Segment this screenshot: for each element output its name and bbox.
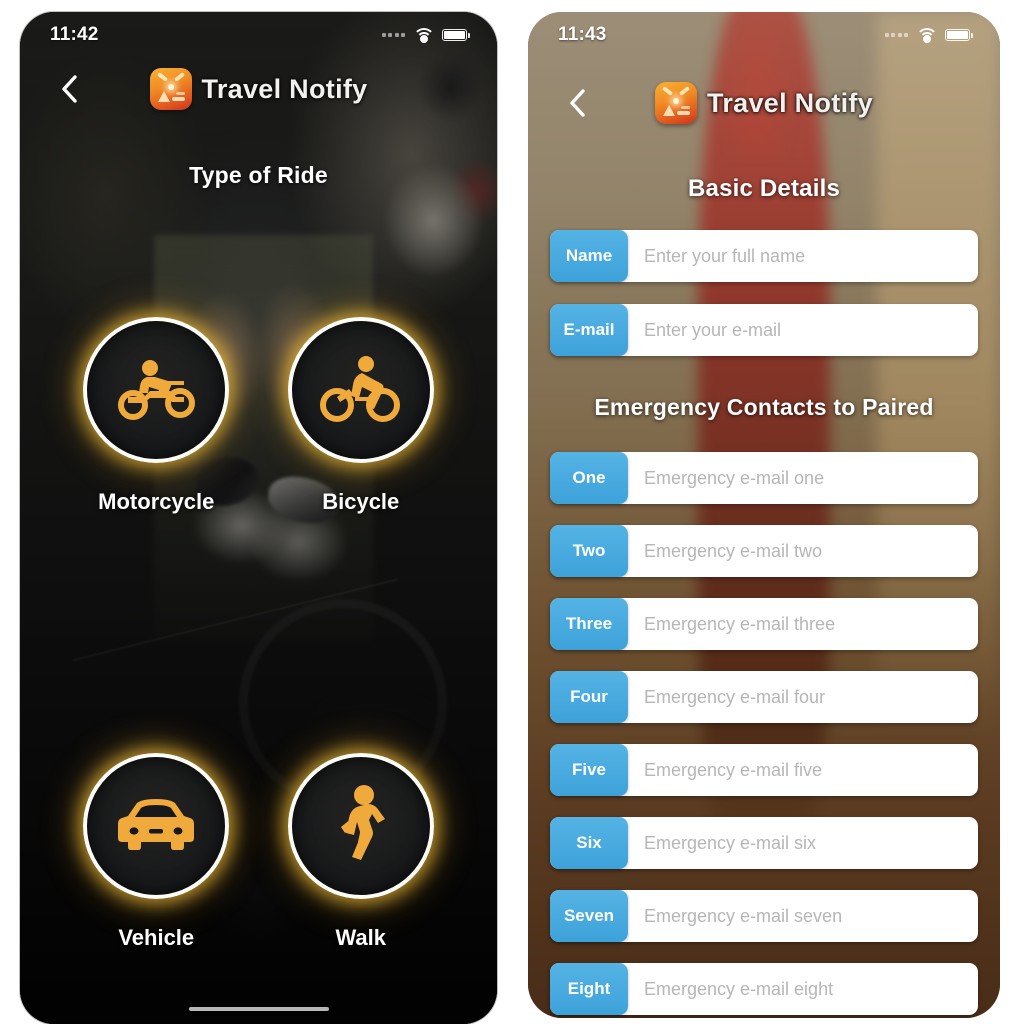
ride-type-grid: Motorcycle Bicycle Vehicle Walk [20,317,497,964]
field-label-six[interactable]: Six [550,817,628,869]
motorcycle-icon [118,360,196,420]
field-row-emergency-two[interactable]: Two [550,525,978,577]
walking-person-icon [340,784,385,860]
bicycle-button[interactable] [287,317,434,463]
wifi-icon [412,28,435,43]
battery-icon [945,29,973,41]
field-label-four[interactable]: Four [550,671,628,723]
screenshot-stage: 11:42 Travel Notify Type of Ride Motorcy… [0,0,1013,1024]
name-input[interactable] [628,230,978,282]
emergency-input-six[interactable] [628,817,978,869]
walk-button[interactable] [287,752,434,899]
wifi-icon [915,28,938,43]
bicycle-icon [319,356,400,422]
field-label-three[interactable]: Three [550,598,628,650]
field-label-email[interactable]: E-mail [550,304,628,356]
back-chevron-icon[interactable] [54,74,84,104]
ride-option-label: Vehicle [118,924,195,950]
status-indicators [381,28,470,43]
field-label-eight[interactable]: Eight [550,963,628,1015]
emergency-input-seven[interactable] [628,890,978,942]
status-time: 11:42 [50,24,99,45]
status-bar-left: 11:42 [20,12,497,58]
field-row-emergency-one[interactable]: One [550,452,978,504]
signal-dots-icon [381,33,405,37]
signal-dots-icon [884,33,908,37]
ride-option-label: Walk [335,924,387,950]
battery-icon [442,29,470,41]
page-title: Basic Details [687,175,840,202]
field-row-email[interactable]: E-mail [550,304,978,356]
app-header-right: Travel Notify [528,74,1000,132]
app-header-left: Travel Notify [20,60,497,118]
page-title: Type of Ride [189,162,328,188]
basic-details-form: Name E-mail [550,230,978,378]
field-label-five[interactable]: Five [550,744,628,796]
ride-option-label: Motorcycle [98,489,215,514]
field-label-seven[interactable]: Seven [550,890,628,942]
car-icon [118,798,195,850]
emergency-input-one[interactable] [628,452,978,504]
emergency-input-five[interactable] [628,744,978,796]
field-row-emergency-three[interactable]: Three [550,598,978,650]
app-title: Travel Notify [707,87,873,118]
brand-lockup: Travel Notify [655,82,873,124]
emergency-input-eight[interactable] [628,963,978,1015]
status-indicators [884,28,973,43]
field-label-one[interactable]: One [550,452,628,504]
motorcycle-button[interactable] [83,317,230,463]
ride-option-motorcycle[interactable]: Motorcycle [83,317,230,515]
status-time: 11:43 [558,24,607,45]
field-row-emergency-eight[interactable]: Eight [550,963,978,1015]
travel-notify-app-icon [655,82,698,124]
ride-option-bicycle[interactable]: Bicycle [287,317,434,515]
field-label-name[interactable]: Name [550,230,628,282]
emergency-input-two[interactable] [628,525,978,577]
phone-left-type-of-ride: 11:42 Travel Notify Type of Ride Motorcy… [20,12,497,1024]
ride-option-vehicle[interactable]: Vehicle [83,752,230,951]
emergency-input-four[interactable] [628,671,978,723]
ride-option-walk[interactable]: Walk [287,752,434,951]
app-title: Travel Notify [201,73,368,104]
field-label-two[interactable]: Two [550,525,628,577]
back-chevron-icon[interactable] [562,88,592,118]
home-indicator[interactable] [188,1007,329,1011]
field-row-emergency-seven[interactable]: Seven [550,890,978,942]
brand-lockup: Travel Notify [149,68,368,110]
emergency-input-three[interactable] [628,598,978,650]
field-row-emergency-five[interactable]: Five [550,744,978,796]
emergency-contacts-form: One Two Three Four Five Six [550,452,978,1018]
emergency-section-title: Emergency Contacts to Paired [594,394,934,420]
vehicle-button[interactable] [83,752,230,899]
field-row-name[interactable]: Name [550,230,978,282]
status-bar-right: 11:43 [528,12,1000,58]
email-input[interactable] [628,304,978,356]
ride-option-label: Bicycle [322,489,400,514]
travel-notify-app-icon [149,68,192,110]
field-row-emergency-four[interactable]: Four [550,671,978,723]
field-row-emergency-six[interactable]: Six [550,817,978,869]
phone-right-basic-details: 11:43 Travel Notify Basic Details Name E… [528,12,1000,1018]
